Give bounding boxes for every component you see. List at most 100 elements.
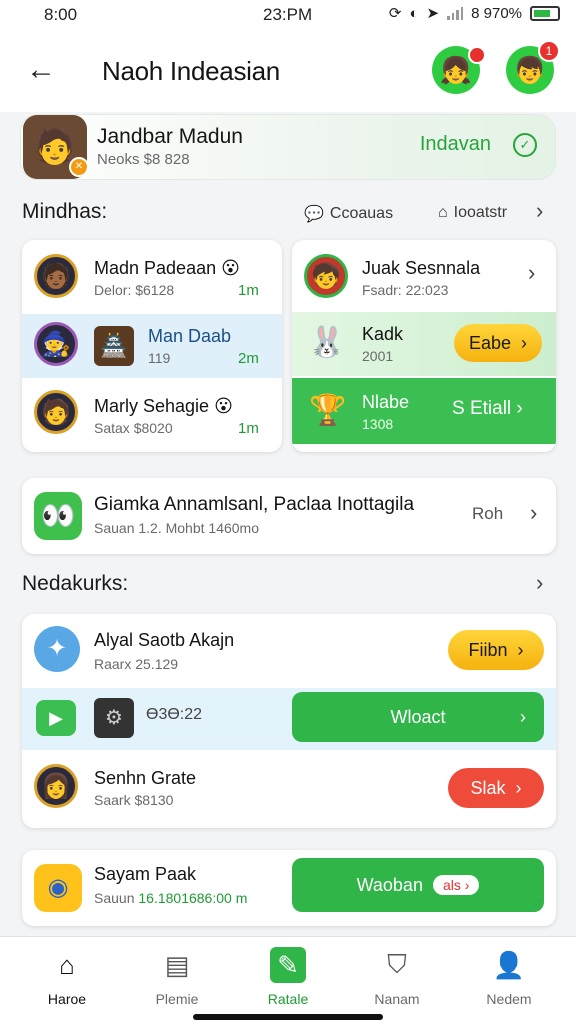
avatar: 🧒 [304, 254, 348, 298]
chevron-right-icon: › [520, 706, 526, 727]
home-outline-icon: ⌂ [438, 204, 448, 221]
list-item-highlighted[interactable]: ▶ ⚙ Ө3Ө:22 Wloact › [22, 688, 556, 750]
nav-list[interactable]: ▤ Plemie [132, 947, 222, 1008]
promo-banner[interactable]: 👀 Giamka Annamlsanl, Paclaa Inottagila S… [22, 478, 556, 554]
profile-card[interactable]: 🧑 ✕ Jandbar Madun Neoks $8 828 Indavan ✓ [20, 114, 556, 180]
notification-badge: 1 [538, 40, 560, 62]
section-header-mindhas: Mindhas: 💬 Ccoauas ⌂ Iooatstr › [22, 198, 556, 230]
list-item-sub: Satax $8020 [94, 420, 173, 436]
move-arrow-icon: ✦ [34, 626, 80, 672]
list-item[interactable]: 🧒 Juak Sesnnala Fsadr: 22:023 › [292, 240, 556, 310]
button-label: Fiibn [468, 639, 508, 660]
chevron-right-icon[interactable]: › [536, 570, 543, 596]
app-logo-icon: ◉ [34, 864, 82, 912]
list-item-sub: Delor: $6128 [94, 282, 175, 298]
status-time: 8:00 [44, 5, 78, 24]
list-item-sub: 1308 [362, 416, 394, 432]
avatar-user[interactable]: 👦 1 [506, 40, 560, 94]
avatar: 🧑 [34, 390, 78, 434]
arrow-left-icon: ← [26, 53, 56, 86]
check-circle-icon[interactable]: ✓ [513, 133, 537, 157]
status-clock: 23:PM [263, 5, 313, 24]
avatar-friend[interactable]: 👧 [432, 46, 486, 94]
section-title: Nedakurks: [22, 572, 129, 595]
app-header: ← Naoh Indeasian 👧 👦 1 [0, 32, 576, 112]
list-item-time: 1m [238, 420, 259, 437]
list-item[interactable]: 🐰 Kadk 2001 Eabe › [292, 312, 556, 376]
list-item-name: Kadk [362, 324, 404, 344]
list-item-sub: Ө3Ө:22 [146, 706, 203, 723]
game-thumbnail-icon: ⚙ [94, 698, 134, 738]
notification-badge [468, 46, 486, 64]
chat-bubble-icon: 💬 [304, 206, 324, 223]
list-item-name: Sayam Paak [94, 864, 197, 884]
button-label: S Etiall [452, 398, 512, 419]
button-label: Wloact [390, 706, 446, 727]
play-icon: ▶ [36, 700, 76, 736]
status-bar: 8:00 23:PM ⟳ ◐ ➤ 8 970% [0, 0, 576, 32]
game-thumbnail-icon: 🏯 [94, 326, 134, 366]
list-item-active[interactable]: 🏆 Nlabe 1308 S Etiall › [292, 378, 556, 444]
action-button-yellow[interactable]: Eabe › [454, 324, 542, 362]
chevron-right-icon: › [515, 777, 522, 798]
app-logo-icon: 👀 [34, 492, 82, 540]
chevron-right-icon[interactable]: › [530, 500, 537, 526]
chevron-right-icon[interactable]: › [528, 260, 535, 286]
toy-icon: 🐰 [308, 326, 346, 359]
list-item-sub: Sauun 16.1801686:00 m [94, 890, 248, 906]
comments-link[interactable]: 💬 Ccoauas [304, 204, 393, 224]
battery-icon [530, 5, 560, 21]
list-item[interactable]: 🧑🏾 Madn Padeaan 😮 Delor: $6128 1m [22, 240, 282, 308]
banner-subtitle: Sauan 1.2. Mohbt 1460mo [94, 520, 260, 536]
back-button[interactable]: ← [26, 52, 66, 88]
action-button-red[interactable]: Slak › [448, 768, 544, 808]
banner-action[interactable]: Roh [472, 504, 503, 524]
nav-home[interactable]: ⌂ Haroe [22, 947, 112, 1008]
profile-action-link[interactable]: Indavan [420, 133, 491, 156]
list-item-sub: 119 [148, 350, 171, 366]
activity-list-card: ✦ Alyal Saotb Akajn Raarx 25.129 Fiibn › … [22, 614, 556, 828]
sync-icon: ⟳ [388, 5, 402, 22]
moon-icon: ◐ [409, 4, 419, 22]
profile-avatar: 🧑 ✕ [23, 115, 87, 179]
action-button-green[interactable]: Wloact › [292, 692, 544, 742]
action-button-yellow[interactable]: Fiibn › [448, 630, 544, 670]
profile-subtitle: Neoks $8 828 [97, 151, 190, 168]
location-link[interactable]: ⌂ Iooatstr [438, 204, 507, 222]
action-link[interactable]: S Etiall › [452, 398, 523, 420]
list-item[interactable]: 🧑 Marly Sehagie 😮 Satax $8020 1m [22, 380, 282, 450]
list-item-highlighted[interactable]: 🧙 🏯 Man Daab 119 2m [22, 314, 282, 378]
signal-icon [447, 6, 464, 20]
list-icon: ▤ [164, 949, 190, 980]
friends-card-right: 🧒 Juak Sesnnala Fsadr: 22:023 › 🐰 Kadk 2… [292, 240, 556, 452]
tag-chip: als › [432, 875, 480, 895]
avatar: 🧑🏾 [34, 254, 78, 298]
list-item[interactable]: ✦ Alyal Saotb Akajn Raarx 25.129 Fiibn › [22, 614, 556, 686]
nav-label: Nedem [486, 991, 532, 1007]
home-icon: ⌂ [59, 949, 75, 980]
nav-profile[interactable]: 👤 Nedem [464, 947, 554, 1008]
list-item[interactable]: 👩 Senhn Grate Saark $8130 Slak › [22, 752, 556, 824]
comments-label: Ccoauas [329, 205, 394, 222]
chevron-right-icon: › [516, 398, 523, 419]
chevron-right-icon: › [521, 332, 528, 353]
action-button-green[interactable]: Waoban als › [292, 858, 544, 912]
chevron-right-icon[interactable]: › [536, 198, 543, 224]
profile-name: Jandbar Madun [97, 125, 243, 148]
list-item-sub: 2001 [362, 348, 394, 364]
section-header-nedakurks: Nedakurks: › [22, 570, 556, 602]
nav-shield[interactable]: ⛉ Nanam [352, 947, 442, 1007]
bottom-list-item[interactable]: ◉ Sayam Paak Sauun 16.1801686:00 m Waoba… [22, 850, 556, 926]
nav-label: Plemie [155, 991, 199, 1007]
list-item-name: Alyal Saotb Akajn [94, 630, 235, 650]
edit-icon: ✎ [270, 947, 306, 983]
list-item-time: 2m [238, 350, 259, 367]
nav-edit[interactable]: ✎ Ratale [243, 947, 333, 1007]
location-label: Iooatstr [453, 204, 508, 221]
battery-text: 8 970% [471, 4, 522, 22]
status-icons: ⟳ ◐ ➤ 8 970% [389, 4, 560, 22]
nav-label: Nanam [374, 991, 420, 1007]
list-item-name: Madn Padeaan 😮 [94, 258, 240, 278]
button-label: Slak [470, 777, 506, 798]
shield-home-icon: ⛉ [387, 949, 407, 979]
